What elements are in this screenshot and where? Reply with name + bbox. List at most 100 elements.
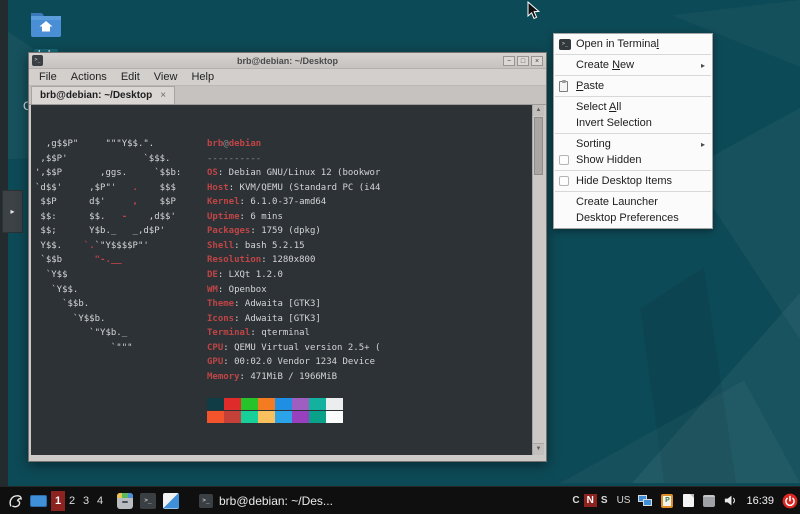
menubar-item-actions[interactable]: Actions [64, 71, 114, 83]
scrollbar-up-icon[interactable]: ▲ [533, 105, 544, 116]
app-menu-button[interactable] [4, 490, 26, 512]
tab-close-icon[interactable]: × [160, 90, 166, 101]
menu-item-create-new[interactable]: Create New ▸ [554, 57, 712, 73]
maximize-button[interactable]: □ [517, 55, 529, 66]
minimize-button[interactable]: − [503, 55, 515, 66]
mouse-cursor [527, 1, 540, 20]
menu-item-sorting[interactable]: Sorting ▸ [554, 136, 712, 152]
menu-separator [555, 54, 711, 55]
power-button-icon[interactable] [782, 493, 798, 509]
info-label: WM [207, 284, 218, 295]
network-icon[interactable] [638, 493, 654, 509]
menu-item-label: Desktop Preferences [576, 212, 679, 224]
terminal-titlebar[interactable]: >_ brb@debian: ~/Desktop − □ × [29, 53, 546, 69]
clock[interactable]: 16:39 [746, 495, 774, 507]
menu-item-desktop-preferences[interactable]: Desktop Preferences [554, 210, 712, 226]
workspace-button-1[interactable]: 1 [51, 490, 65, 511]
submenu-arrow-icon: ▸ [700, 139, 705, 149]
clipboard-manager-icon[interactable]: P [659, 493, 675, 509]
art-segment: $$P d$' [35, 197, 133, 208]
scrollbar-down-icon[interactable]: ▼ [533, 443, 544, 455]
info-value: : KVM/QEMU (Standard PC (i44 [228, 182, 381, 193]
palette-row [207, 411, 528, 424]
info-value: : 471MiB / 1966MiB [239, 371, 338, 382]
file-manager-launcher-icon[interactable] [117, 492, 133, 509]
show-desktop-button[interactable] [30, 494, 47, 507]
terminal-icon: >_ [559, 38, 571, 50]
workspace-button-3[interactable]: 3 [79, 491, 93, 511]
art-segment: `Y$$. [35, 284, 79, 295]
art-segment: "-.__ [94, 255, 122, 266]
palette-swatch [326, 398, 343, 411]
info-value: : bash 5.2.15 [234, 240, 305, 251]
neofetch-info-line: Theme: Adwaita [GTK3] [207, 297, 528, 312]
terminal-tab[interactable]: brb@debian: ~/Desktop × [31, 86, 176, 104]
panel-handle-arrow-icon: ▸ [10, 206, 15, 216]
menu-item-invert-selection[interactable]: Invert Selection [554, 115, 712, 131]
neofetch-info-line: Host: KVM/QEMU (Standard PC (i44 [207, 181, 528, 196]
checkbox-unchecked [559, 176, 569, 186]
terminal-launcher-icon[interactable]: >_ [140, 492, 156, 509]
menubar-item-view[interactable]: View [147, 71, 185, 83]
art-line: `d$$' ,$P"' . $$$ [35, 181, 207, 196]
neofetch-info-line: Packages: 1759 (dpkg) [207, 224, 528, 239]
menubar-item-help[interactable]: Help [184, 71, 221, 83]
info-label: Kernel [207, 197, 240, 208]
info-value: : 1280x800 [261, 255, 316, 266]
kbd-led-s[interactable]: S [600, 494, 609, 507]
menu-separator [555, 96, 711, 97]
palette-swatch [292, 398, 309, 411]
art-line: $$: $$. - ,d$$' [35, 210, 207, 225]
info-value: : LXQt 1.2.0 [217, 270, 283, 281]
menu-item-hide-desktop-items[interactable]: Hide Desktop Items [554, 173, 712, 189]
info-value: : qterminal [250, 328, 310, 339]
submenu-arrow-icon: ▸ [700, 60, 705, 70]
notes-icon[interactable] [680, 493, 696, 509]
close-button[interactable]: × [531, 55, 543, 66]
menu-item-create-launcher[interactable]: Create Launcher [554, 194, 712, 210]
terminal-scrollbar[interactable]: ▲ ▼ [532, 105, 544, 455]
art-segment: $$$ [137, 182, 176, 193]
workspace-button-4[interactable]: 4 [93, 491, 107, 511]
art-line: $$; Y$b._ _,d$P' [35, 224, 207, 239]
terminal-content[interactable]: ,g$$P" """Y$$.". ,$$P' `$$$. ',$$P ,ggs. … [31, 105, 544, 455]
art-segment: `. [83, 240, 95, 251]
terminal-tabbar: brb@debian: ~/Desktop × [29, 86, 546, 105]
menu-item-open-in-terminal[interactable]: >_ Open in Terminal [554, 36, 712, 52]
art-line: `Y$$ [35, 268, 207, 283]
taskbar-window-button[interactable]: >_ brb@debian: ~/Des... [193, 492, 339, 510]
menu-separator [555, 75, 711, 76]
info-value: : Debian GNU/Linux 12 (bookwor [217, 168, 381, 179]
menu-item-paste[interactable]: Paste [554, 78, 712, 94]
menu-separator [555, 191, 711, 192]
kbd-led-c[interactable]: C [571, 494, 580, 507]
menu-item-label: Paste [576, 80, 605, 92]
info-value: : 6.1.0-37-amd64 [239, 197, 327, 208]
art-line: $$P d$' , $$P [35, 195, 207, 210]
info-value: : Adwaita [GTK3] [234, 299, 321, 310]
volume-icon[interactable] [722, 493, 738, 509]
art-line: `"Y$b._ [35, 326, 207, 341]
removable-media-icon[interactable] [701, 493, 717, 509]
kbd-led-n[interactable]: N [583, 494, 597, 507]
image-viewer-launcher-icon[interactable] [163, 492, 179, 509]
palette-swatch [207, 398, 224, 411]
taskbar: 1234 >_ >_ brb@debian: ~/Des... CNS US P… [0, 486, 800, 514]
info-label: Memory [207, 371, 240, 382]
terminal-window[interactable]: >_ brb@debian: ~/Desktop − □ × File Actions… [28, 52, 547, 462]
menubar-item-file[interactable]: File [32, 71, 64, 83]
keyboard-layout-indicator[interactable]: US [617, 495, 631, 506]
workspace-button-2[interactable]: 2 [65, 491, 79, 511]
art-line: ,g$$P" """Y$$.". [35, 137, 207, 152]
menu-item-select-all[interactable]: Select All [554, 99, 712, 115]
art-segment: `$$b [35, 255, 95, 266]
menu-item-label: Sorting [576, 138, 611, 150]
menubar-item-edit[interactable]: Edit [114, 71, 147, 83]
palette-swatch [292, 411, 309, 424]
scrollbar-thumb[interactable] [534, 117, 543, 175]
neofetch-info-line: Terminal: qterminal [207, 326, 528, 341]
neofetch-header: brb@debian [207, 137, 528, 152]
hidden-panel-handle[interactable]: ▸ [2, 190, 23, 233]
menu-item-show-hidden[interactable]: Show Hidden [554, 152, 712, 168]
neofetch-info-line: Uptime: 6 mins [207, 210, 528, 225]
